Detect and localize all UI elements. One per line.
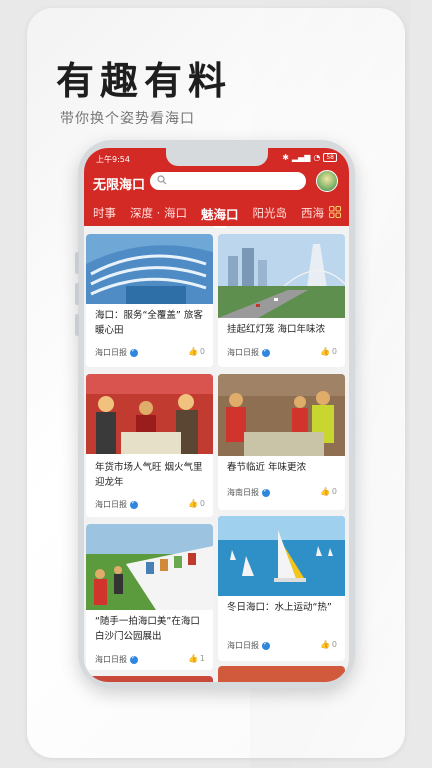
news-card[interactable]: 冬日海口：水上运动“热” 海口日报 👍 0	[218, 516, 345, 661]
like-count: 0	[331, 640, 337, 649]
verified-icon	[130, 654, 138, 664]
news-card-peek[interactable]	[218, 666, 345, 682]
news-thumbnail	[218, 234, 345, 318]
news-source-label: 海口日报	[227, 348, 259, 357]
tab-yangguangdao[interactable]: 阳光岛	[252, 205, 287, 221]
app-title: 无限海口	[93, 178, 146, 193]
status-icons: ✱ ▂▄▆ ◔ 58	[282, 153, 337, 162]
news-thumbnail	[218, 516, 345, 596]
news-title: 海口：服务“全覆盖” 旅客暖心田	[95, 310, 203, 336]
tab-shishi[interactable]: 时事	[93, 205, 116, 221]
news-card[interactable]: 挂起红灯笼 海口年味浓 海口日报 👍 0	[218, 234, 345, 367]
news-thumbnail	[86, 374, 213, 454]
verified-icon	[262, 347, 270, 357]
like-count: 1	[199, 654, 205, 663]
like-count: 0	[331, 487, 337, 496]
channel-tabs: 时事 深度 · 海口 魅海口 阳光岛 西海	[84, 200, 349, 228]
battery-icon: 58	[323, 153, 337, 162]
channel-grid-icon[interactable]	[329, 206, 341, 218]
news-title: 挂起红灯笼 海口年味浓	[227, 324, 326, 335]
phone-side-button	[75, 283, 79, 305]
news-source-label: 海南日报	[227, 488, 259, 497]
thumbs-up-icon: 👍	[187, 499, 198, 508]
phone-notch	[166, 148, 268, 166]
verified-icon	[262, 487, 270, 497]
tab-xihai[interactable]: 西海	[301, 205, 324, 221]
like-button[interactable]: 👍 0	[320, 487, 337, 496]
news-source-label: 海口日报	[95, 655, 127, 664]
news-card[interactable]: 春节临近 年味更浓 海南日报 👍 0	[218, 374, 345, 510]
like-button[interactable]: 👍 0	[188, 499, 205, 508]
news-source: 海口日报	[227, 640, 270, 651]
promo-subline: 带你换个姿势看海口	[60, 111, 195, 127]
news-card-peek[interactable]	[86, 676, 213, 682]
news-thumbnail	[218, 374, 345, 456]
phone-side-button	[75, 252, 79, 274]
like-button[interactable]: 👍 0	[320, 640, 337, 649]
verified-icon	[262, 640, 270, 650]
news-source: 海口日报	[95, 347, 138, 358]
like-button[interactable]: 👍 0	[188, 347, 205, 356]
tab-shendu-haikou[interactable]: 深度 · 海口	[130, 205, 187, 221]
news-source: 海口日报	[95, 499, 138, 510]
thumbs-up-icon: 👍	[319, 347, 330, 356]
verified-icon	[130, 347, 138, 357]
news-title: “随手一拍海口美”在海口白沙门公园展出	[95, 616, 200, 642]
news-source: 海口日报	[227, 347, 270, 358]
news-source: 海南日报	[227, 487, 270, 498]
news-source: 海口日报	[95, 654, 138, 665]
verified-icon	[130, 499, 138, 509]
thumbs-up-icon: 👍	[187, 654, 198, 663]
news-card[interactable]: “随手一拍海口美”在海口白沙门公园展出 海口日报 👍 1	[86, 524, 213, 670]
like-count: 0	[199, 499, 205, 508]
search-icon	[157, 175, 167, 185]
news-thumbnail	[86, 234, 213, 304]
news-source-label: 海口日报	[95, 348, 127, 357]
status-time: 上午9:54	[96, 155, 130, 164]
search-input[interactable]	[150, 172, 306, 190]
news-card[interactable]: 年货市场人气旺 烟火气里迎龙年 海口日报 👍 0	[86, 374, 213, 517]
phone-side-button	[75, 314, 79, 336]
phone-screen: 上午9:54 ✱ ▂▄▆ ◔ 58 无限海口 时事 深度 · 海口 魅海口 阳光…	[84, 148, 349, 682]
news-title: 年货市场人气旺 烟火气里迎龙年	[95, 462, 203, 488]
news-source-label: 海口日报	[227, 641, 259, 650]
like-count: 0	[199, 347, 205, 356]
bluetooth-icon: ✱	[282, 153, 289, 162]
avatar[interactable]	[316, 170, 338, 192]
thumbs-up-icon: 👍	[319, 640, 330, 649]
news-title: 春节临近 年味更浓	[227, 462, 307, 473]
thumbs-up-icon: 👍	[187, 347, 198, 356]
wifi-icon: ◔	[313, 153, 321, 162]
like-count: 0	[331, 347, 337, 356]
tab-mei-haikou[interactable]: 魅海口	[201, 204, 238, 228]
thumbs-up-icon: 👍	[319, 487, 330, 496]
like-button[interactable]: 👍 1	[188, 654, 205, 663]
signal-icon: ▂▄▆	[291, 153, 311, 162]
promo-headline: 有趣有料	[56, 58, 233, 103]
news-source-label: 海口日报	[95, 500, 127, 509]
news-title: 冬日海口：水上运动“热”	[227, 602, 332, 613]
like-button[interactable]: 👍 0	[320, 347, 337, 356]
news-card[interactable]: 海口：服务“全覆盖” 旅客暖心田 海口日报 👍 0	[86, 234, 213, 367]
news-thumbnail	[86, 524, 213, 610]
